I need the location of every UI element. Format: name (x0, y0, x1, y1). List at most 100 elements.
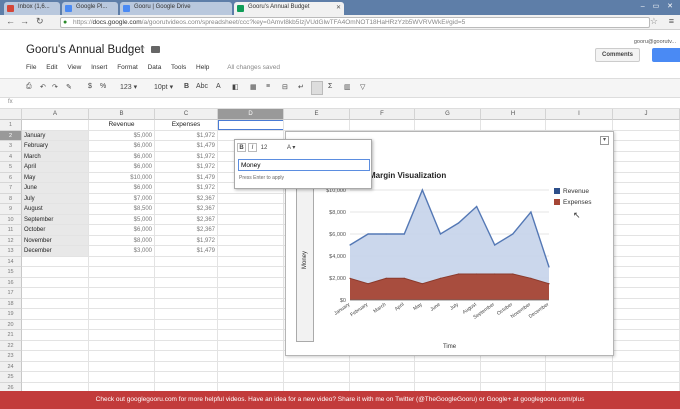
close-tab-icon[interactable]: ✕ (336, 4, 341, 11)
bold-button[interactable]: B (184, 83, 189, 90)
grid-cell[interactable]: $2,367 (155, 225, 218, 236)
currency-icon[interactable]: $ (88, 83, 92, 90)
grid-cell[interactable]: $1,479 (155, 172, 218, 183)
grid-cell[interactable]: September (22, 214, 89, 225)
grid-cell[interactable] (350, 372, 415, 383)
grid-cell[interactable] (155, 288, 218, 299)
row-header[interactable]: 26 (0, 382, 22, 391)
grid-cell[interactable]: $1,972 (155, 151, 218, 162)
window-controls[interactable]: – ▭ ✕ (641, 2, 676, 10)
legend-item-expenses[interactable]: Expenses (554, 199, 592, 206)
grid-cell[interactable] (155, 256, 218, 267)
grid-cell[interactable] (22, 288, 89, 299)
grid-cell[interactable] (22, 330, 89, 341)
grid-cell[interactable] (89, 298, 155, 309)
grid-cell[interactable] (218, 225, 284, 236)
grid-cell[interactable] (89, 361, 155, 372)
grid-cell[interactable] (613, 130, 680, 141)
corner-header[interactable] (0, 109, 22, 120)
grid-cell[interactable] (218, 361, 284, 372)
editor-font-size[interactable]: 12 (261, 145, 268, 151)
row-header[interactable]: 9 (0, 204, 22, 215)
grid-cell[interactable]: July (22, 193, 89, 204)
grid-cell[interactable] (89, 372, 155, 383)
row-header[interactable]: 6 (0, 172, 22, 183)
grid-cell[interactable] (546, 382, 613, 391)
grid-cell[interactable] (22, 382, 89, 391)
grid-cell[interactable] (155, 351, 218, 362)
grid-cell[interactable] (284, 382, 350, 391)
grid-cell[interactable]: $5,000 (89, 214, 155, 225)
grid-cell[interactable] (284, 372, 350, 383)
grid-cell[interactable] (89, 309, 155, 320)
column-header[interactable]: A (22, 109, 89, 120)
grid-cell[interactable] (155, 340, 218, 351)
grid-cell[interactable] (89, 351, 155, 362)
row-header[interactable]: 23 (0, 351, 22, 362)
chart-legend[interactable]: Revenue Expenses (554, 188, 592, 210)
grid-cell[interactable] (155, 277, 218, 288)
menu-view[interactable]: View (67, 64, 81, 71)
grid-cell[interactable] (89, 330, 155, 341)
grid-cell[interactable] (218, 277, 284, 288)
grid-cell[interactable]: January (22, 130, 89, 141)
column-header[interactable]: C (155, 109, 218, 120)
grid-cell[interactable]: $1,972 (155, 130, 218, 141)
grid-cell[interactable]: May (22, 172, 89, 183)
grid-cell[interactable] (89, 340, 155, 351)
menu-edit[interactable]: Edit (46, 64, 57, 71)
number-format-dropdown[interactable]: 123 ▾ (120, 83, 137, 91)
formula-bar[interactable]: fx (0, 98, 680, 109)
grid-cell[interactable] (415, 361, 481, 372)
grid-cell[interactable] (155, 319, 218, 330)
strikethrough-button[interactable]: Abc (196, 83, 208, 90)
row-header[interactable]: 7 (0, 183, 22, 194)
row-header[interactable]: 12 (0, 235, 22, 246)
grid-cell[interactable]: October (22, 225, 89, 236)
grid-cell[interactable] (284, 361, 350, 372)
grid-cell[interactable] (546, 120, 613, 131)
grid-cell[interactable] (613, 214, 680, 225)
row-header[interactable]: 10 (0, 214, 22, 225)
grid-cell[interactable] (155, 382, 218, 391)
editor-font-color-icon[interactable]: A ▾ (287, 145, 295, 151)
grid-cell[interactable]: $5,000 (89, 130, 155, 141)
grid-cell[interactable] (546, 372, 613, 383)
column-header[interactable]: H (481, 109, 546, 120)
grid-cell[interactable] (613, 193, 680, 204)
grid-cell[interactable]: $6,000 (89, 225, 155, 236)
editor-italic-button[interactable]: I (248, 143, 257, 152)
grid-cell[interactable] (350, 120, 415, 131)
grid-cell[interactable] (613, 235, 680, 246)
grid-cell[interactable] (613, 151, 680, 162)
browser-tab-drive[interactable]: Gooru | Google Drive (120, 2, 232, 15)
undo-icon[interactable]: ↶ (40, 83, 46, 91)
browser-tab-google-plus[interactable]: Google Pl... (62, 2, 118, 15)
grid-cell[interactable] (22, 267, 89, 278)
fill-color-icon[interactable]: ◧ (232, 83, 239, 91)
grid-cell[interactable] (22, 372, 89, 383)
grid-cell[interactable] (546, 361, 613, 372)
grid-cell[interactable]: $2,367 (155, 193, 218, 204)
row-header[interactable]: 20 (0, 319, 22, 330)
grid-cell[interactable] (218, 340, 284, 351)
menu-insert[interactable]: Insert (91, 64, 107, 71)
star-icon[interactable]: ☆ (137, 44, 146, 55)
grid-cell[interactable] (22, 340, 89, 351)
grid-cell[interactable] (218, 330, 284, 341)
grid-cell[interactable] (89, 277, 155, 288)
grid-cell[interactable]: $1,972 (155, 183, 218, 194)
grid-cell[interactable] (218, 288, 284, 299)
column-header[interactable]: D (218, 109, 284, 120)
column-header[interactable]: F (350, 109, 415, 120)
user-email[interactable]: gooru@goorutv... (634, 39, 676, 45)
row-header[interactable]: 17 (0, 288, 22, 299)
grid-cell[interactable]: $8,500 (89, 204, 155, 215)
grid-cell[interactable] (155, 267, 218, 278)
grid-cell[interactable] (613, 162, 680, 173)
doc-title[interactable]: Gooru's Annual Budget (26, 44, 144, 56)
print-icon[interactable]: ⎙ (26, 83, 32, 91)
grid-cell[interactable] (218, 351, 284, 362)
grid-cell[interactable]: $1,479 (155, 246, 218, 257)
browser-tab-budget[interactable]: Gooru's Annual Budget ✕ (234, 2, 344, 15)
